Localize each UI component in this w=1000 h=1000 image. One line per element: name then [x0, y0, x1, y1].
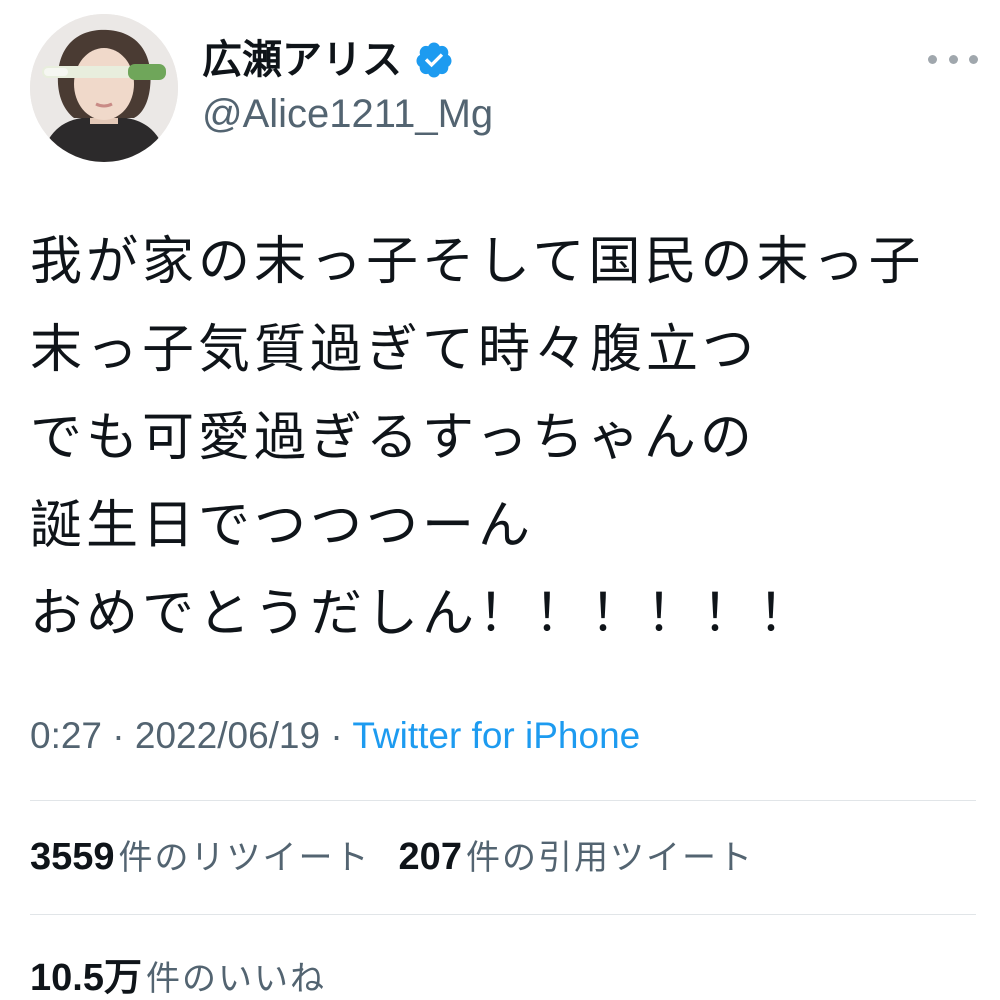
avatar[interactable]: [30, 14, 178, 162]
retweets-label: 件のリツイート: [118, 838, 371, 878]
tweet-meta: 0:27 · 2022/06/19 · Twitter for iPhone: [30, 715, 640, 757]
quotes-label: 件の引用ツイート: [465, 838, 754, 878]
divider: [30, 914, 976, 915]
quotes-stat[interactable]: 207 件の引用ツイート: [399, 830, 754, 879]
tweet-time[interactable]: 0:27: [30, 715, 102, 756]
tweet-text: 我が家の末っ子そして国民の末っ子 末っ子気質過ぎて時々腹立つ でも可愛過ぎるすっ…: [30, 218, 980, 658]
likes-count: 10.5万: [30, 957, 142, 999]
more-dot: [969, 54, 978, 64]
tweet-text-line: 末っ子気質過ぎて時々腹立つ: [30, 320, 759, 380]
retweets-count: 3559: [30, 836, 115, 878]
display-name-row: 広瀬アリス: [202, 30, 454, 90]
more-options-icon[interactable]: [928, 44, 978, 74]
tweet-text-line: おめでとうだしん！！！！！！: [30, 584, 815, 644]
tweet-text-line: でも可愛過ぎるすっちゃんの: [30, 408, 756, 468]
tweet-source-link[interactable]: Twitter for iPhone: [352, 715, 640, 756]
tweet-date[interactable]: 2022/06/19: [135, 715, 320, 756]
avatar-image: [30, 14, 178, 162]
likes-label: 件のいいね: [145, 959, 326, 999]
meta-separator: ·: [112, 715, 135, 756]
tweet-text-line: 我が家の末っ子そして国民の末っ子: [30, 232, 925, 292]
quotes-count: 207: [398, 836, 462, 878]
likes-stat[interactable]: 10.5万 件のいいね: [30, 946, 326, 1000]
engagement-stats: 3559 件のリツイート 207 件の引用ツイート: [30, 830, 754, 879]
retweets-stat[interactable]: 3559 件のリツイート: [30, 830, 371, 879]
user-handle[interactable]: @Alice1211_Mg: [202, 90, 493, 138]
meta-separator: ·: [330, 715, 353, 756]
display-name[interactable]: 広瀬アリス: [202, 40, 402, 80]
divider: [30, 800, 976, 801]
tweet-text-line: 誕生日でつつつーん: [30, 496, 535, 556]
likes-stats: 10.5万 件のいいね: [30, 946, 326, 1000]
more-dot: [928, 54, 937, 64]
verified-badge-icon: [414, 40, 454, 80]
tweet-detail: 広瀬アリス @Alice1211_Mg 我が家の末っ子そして国民の末っ子 末っ子…: [0, 0, 1000, 1000]
more-dot: [948, 54, 958, 64]
